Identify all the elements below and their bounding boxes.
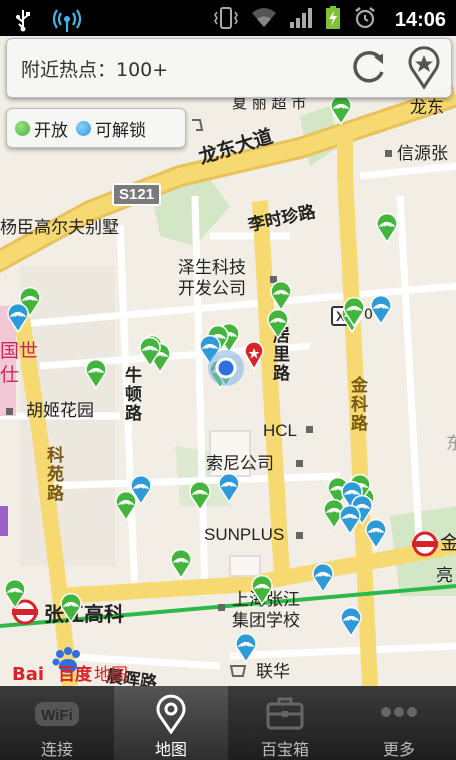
- refresh-icon: [353, 50, 384, 83]
- unlockable-hotspot-pin-icon[interactable]: [340, 606, 362, 638]
- open-dot-icon: [15, 120, 30, 136]
- svg-text:WiFi: WiFi: [41, 707, 73, 724]
- tab-toolbox[interactable]: 百宝箱: [228, 686, 342, 760]
- unlockable-hotspot-pin-icon[interactable]: [370, 294, 392, 326]
- current-location-marker: [206, 348, 246, 388]
- unlockable-hotspot-pin-icon[interactable]: [235, 632, 257, 664]
- bottom-tab-bar: WiFi 连接 地图 百宝箱 更多: [0, 686, 456, 760]
- open-hotspot-pin-icon[interactable]: [4, 578, 26, 610]
- map-pin-icon: [153, 694, 189, 738]
- tab-map-label: 地图: [154, 740, 187, 759]
- locate-button[interactable]: [399, 43, 449, 93]
- open-hotspot-pin-icon[interactable]: [85, 358, 107, 390]
- open-hotspot-pin-icon[interactable]: [376, 212, 398, 244]
- location-star-icon: [408, 46, 440, 90]
- alarm-icon: [353, 6, 377, 34]
- usb-icon: [14, 8, 32, 36]
- legend-unlockable-label: 可解锁: [95, 120, 146, 141]
- open-hotspot-pin-icon[interactable]: [251, 574, 273, 606]
- tab-connect[interactable]: WiFi 连接: [0, 686, 114, 760]
- open-hotspot-pin-icon[interactable]: [60, 592, 82, 624]
- toolbox-icon: [265, 694, 305, 736]
- status-bar: 14:06: [0, 0, 456, 36]
- open-hotspot-pin-icon[interactable]: [330, 94, 352, 126]
- open-hotspot-pin-icon[interactable]: [170, 548, 192, 580]
- wifi-hotspot-icon: [50, 7, 84, 37]
- unlockable-hotspot-pin-icon[interactable]: [218, 472, 240, 504]
- refresh-button[interactable]: [343, 43, 393, 93]
- unlockable-hotspot-pin-icon[interactable]: [7, 302, 29, 334]
- signal-icon: [289, 7, 313, 33]
- unlockable-hotspot-pin-icon[interactable]: [339, 504, 361, 536]
- more-dots-icon: [377, 694, 421, 736]
- tab-toolbox-label: 百宝箱: [260, 740, 309, 759]
- unlockable-dot-icon: [76, 120, 91, 136]
- unlockable-hotspot-pin-icon[interactable]: [365, 518, 387, 550]
- hotspot-legend: 开放 可解锁: [6, 108, 186, 148]
- tab-more[interactable]: 更多: [342, 686, 456, 760]
- legend-open: 开放: [15, 116, 68, 141]
- battery-charging-icon: [325, 6, 341, 34]
- wifi-icon: WiFi: [31, 694, 83, 736]
- open-hotspot-pin-icon[interactable]: [267, 308, 289, 340]
- open-hotspot-pin-icon[interactable]: [270, 280, 292, 312]
- tab-connect-label: 连接: [40, 740, 73, 759]
- nearby-hotspots-title: 附近热点：100+: [21, 59, 169, 81]
- tab-more-label: 更多: [382, 740, 415, 759]
- open-hotspot-pin-icon[interactable]: [115, 490, 137, 522]
- vibrate-icon: [213, 6, 239, 34]
- legend-open-label: 开放: [34, 120, 68, 141]
- legend-unlockable: 可解锁: [76, 116, 146, 141]
- open-hotspot-pin-icon[interactable]: [189, 480, 211, 512]
- unlockable-hotspot-pin-icon[interactable]: [312, 562, 334, 594]
- status-time: 14:06: [394, 8, 446, 31]
- wifi-icon: [251, 7, 277, 33]
- hotspot-header-bar: 附近热点：100+: [6, 38, 452, 98]
- tab-map[interactable]: 地图: [114, 686, 228, 760]
